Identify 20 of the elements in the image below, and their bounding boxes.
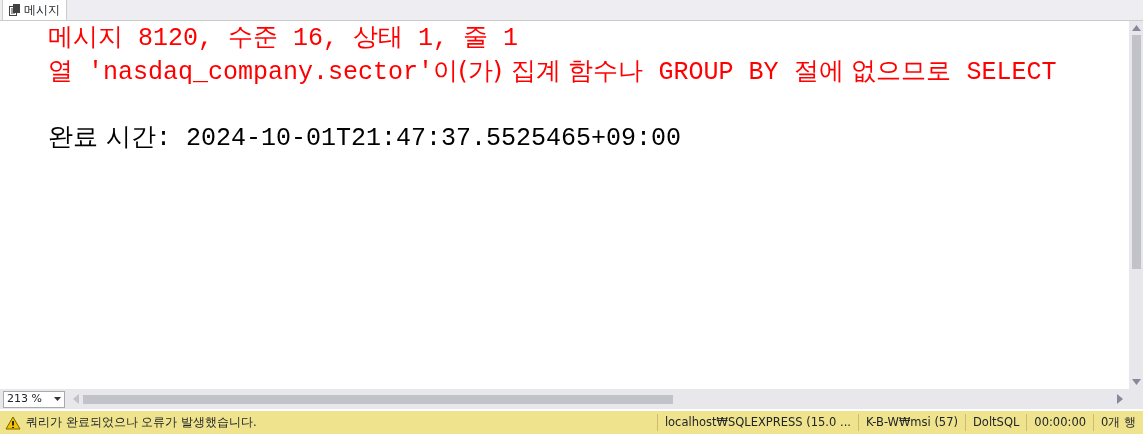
right-arrow-icon[interactable] — [1117, 394, 1123, 404]
elapsed-time: 00:00:00 — [1026, 413, 1093, 432]
row-count: 0개 행 — [1093, 413, 1143, 432]
zoom-dropdown[interactable]: 213 % — [3, 390, 65, 408]
down-arrow-icon[interactable] — [1131, 379, 1141, 385]
error-message: 열 'nasdaq_company.sector'이(가) 집계 함수나 GROUP BY 절에 없으므로 SELECT — [48, 55, 1057, 87]
database-name: DoltSQL — [965, 413, 1027, 432]
completion-time: 완료 시간: 2024-10-01T21:47:37.5525465+09:00 — [48, 121, 682, 153]
left-arrow-icon[interactable] — [73, 394, 79, 404]
user-name: K-B-W₩msi (57) — [857, 413, 965, 432]
warning-icon — [5, 415, 21, 430]
horizontal-scrollbar-thumb[interactable] — [83, 394, 673, 404]
up-arrow-icon[interactable] — [1131, 25, 1141, 31]
status-message: 쿼리가 완료되었으나 오류가 발생했습니다. — [26, 413, 257, 431]
messages-tab[interactable]: 메시지 — [2, 0, 67, 20]
caret-icon[interactable] — [54, 397, 61, 401]
server-name: localhost₩SQLEXPRESS (15.0 ... — [656, 413, 858, 432]
document-icon — [9, 4, 20, 16]
error-message: 메시지 8120, 수준 16, 상태 1, 줄 1 — [48, 21, 519, 53]
vertical-scrollbar[interactable] — [1129, 21, 1143, 389]
